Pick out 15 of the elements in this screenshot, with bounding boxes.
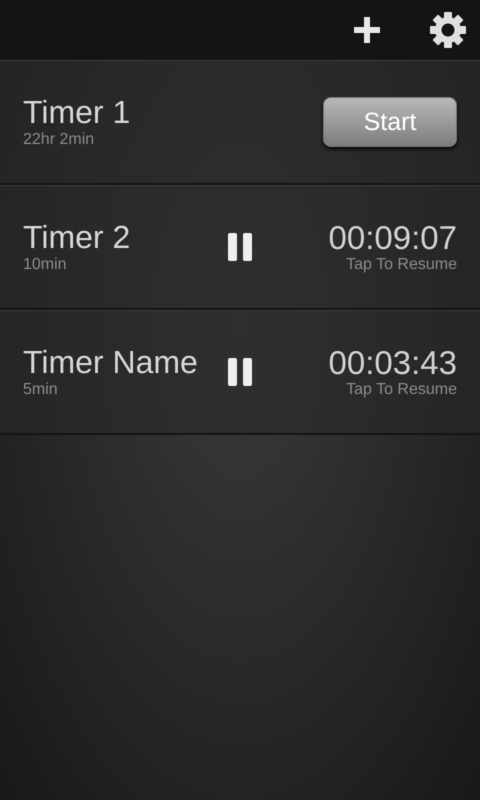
- remaining-time: 00:09:07: [328, 220, 457, 256]
- add-icon[interactable]: [354, 17, 380, 43]
- timer-duration: 10min: [23, 256, 68, 274]
- pause-icon[interactable]: [228, 358, 252, 386]
- timer-duration: 5min: [23, 380, 59, 399]
- start-button[interactable]: Start: [323, 97, 457, 147]
- timer-name: Timer 2: [23, 220, 132, 256]
- timer-name: Timer 1: [23, 95, 132, 131]
- resume-hint[interactable]: Tap To Resume: [346, 381, 457, 400]
- timer-duration: 22hr 2min: [23, 130, 96, 149]
- remaining-time: 00:03:43: [328, 344, 457, 382]
- timer-name: Timer Name: [23, 345, 199, 381]
- pause-icon[interactable]: [228, 233, 252, 261]
- settings-icon[interactable]: [430, 12, 466, 48]
- resume-hint[interactable]: Tap To Resume: [346, 256, 457, 274]
